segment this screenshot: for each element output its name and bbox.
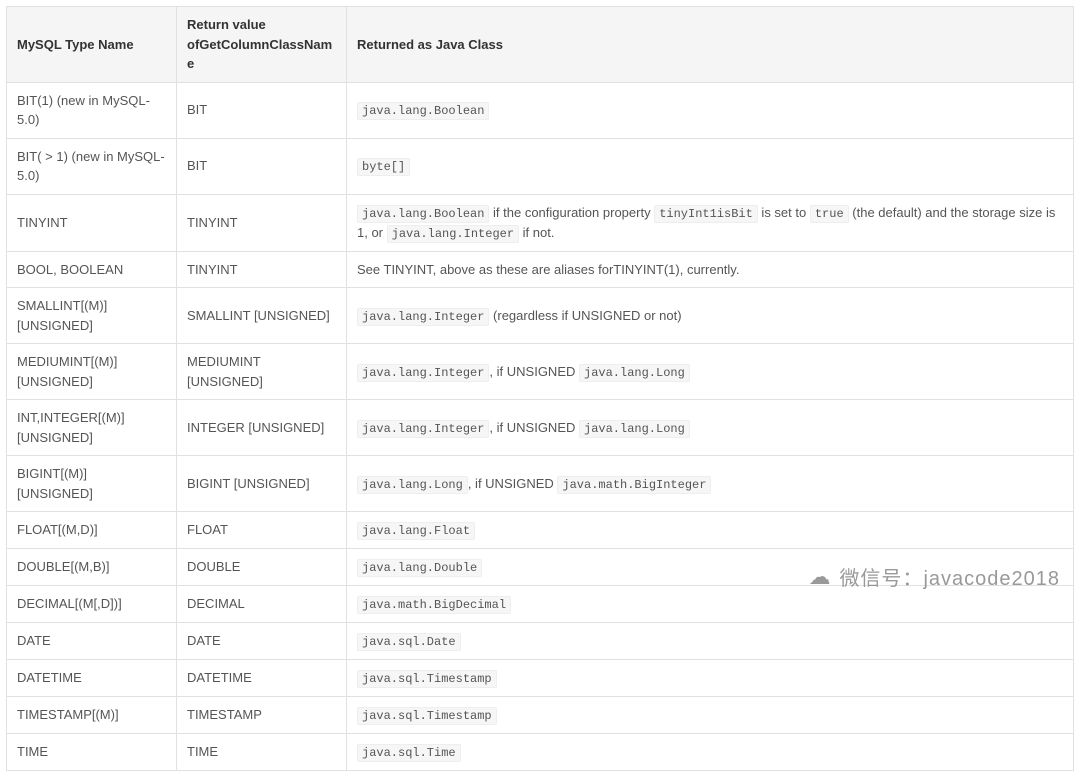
cell-return-value: SMALLINT [UNSIGNED] bbox=[177, 288, 347, 344]
code-literal: java.sql.Timestamp bbox=[357, 707, 497, 725]
cell-return-value: BIT bbox=[177, 82, 347, 138]
cell-return-value: FLOAT bbox=[177, 512, 347, 549]
cell-return-value: BIGINT [UNSIGNED] bbox=[177, 456, 347, 512]
cell-return-value: DATE bbox=[177, 623, 347, 660]
header-java-class: Returned as Java Class bbox=[347, 7, 1074, 83]
cell-java-class: java.sql.Timestamp bbox=[347, 660, 1074, 697]
table-row: FLOAT[(M,D)]FLOAT java.lang.Float bbox=[7, 512, 1074, 549]
code-literal: true bbox=[810, 205, 849, 223]
code-literal: java.sql.Timestamp bbox=[357, 670, 497, 688]
code-literal: java.lang.Float bbox=[357, 522, 475, 540]
cell-java-class: java.sql.Date bbox=[347, 623, 1074, 660]
table-row: TINYINTTINYINTjava.lang.Boolean if the c… bbox=[7, 194, 1074, 251]
cell-java-class: java.lang.Integer (regardless if UNSIGNE… bbox=[347, 288, 1074, 344]
cell-java-class: java.lang.Long, if UNSIGNED java.math.Bi… bbox=[347, 456, 1074, 512]
cell-java-class: java.lang.Double bbox=[347, 549, 1074, 586]
type-mapping-table: MySQL Type Name Return value ofGetColumn… bbox=[6, 6, 1074, 771]
cell-mysql-type: BIT(1) (new in MySQL-5.0) bbox=[7, 82, 177, 138]
cell-return-value: DATETIME bbox=[177, 660, 347, 697]
cell-mysql-type: DATETIME bbox=[7, 660, 177, 697]
table-row: BIT( > 1) (new in MySQL-5.0)BIT byte[] bbox=[7, 138, 1074, 194]
code-literal: java.lang.Integer bbox=[357, 364, 489, 382]
table-row: DOUBLE[(M,B)]DOUBLE java.lang.Double bbox=[7, 549, 1074, 586]
code-literal: java.math.BigDecimal bbox=[357, 596, 511, 614]
table-row: DATETIMEDATETIME java.sql.Timestamp bbox=[7, 660, 1074, 697]
cell-mysql-type: BOOL, BOOLEAN bbox=[7, 251, 177, 288]
cell-mysql-type: MEDIUMINT[(M)] [UNSIGNED] bbox=[7, 344, 177, 400]
table-body: BIT(1) (new in MySQL-5.0)BITjava.lang.Bo… bbox=[7, 82, 1074, 771]
table-row: MEDIUMINT[(M)] [UNSIGNED]MEDIUMINT [UNSI… bbox=[7, 344, 1074, 400]
cell-java-class: java.math.BigDecimal bbox=[347, 586, 1074, 623]
cell-mysql-type: BIT( > 1) (new in MySQL-5.0) bbox=[7, 138, 177, 194]
cell-return-value: MEDIUMINT [UNSIGNED] bbox=[177, 344, 347, 400]
code-literal: java.sql.Time bbox=[357, 744, 461, 762]
code-literal: java.lang.Integer bbox=[357, 420, 489, 438]
cell-java-class: See TINYINT, above as these are aliases … bbox=[347, 251, 1074, 288]
cell-return-value: DOUBLE bbox=[177, 549, 347, 586]
code-literal: java.lang.Boolean bbox=[357, 205, 489, 223]
cell-java-class: java.lang.Float bbox=[347, 512, 1074, 549]
table-header-row: MySQL Type Name Return value ofGetColumn… bbox=[7, 7, 1074, 83]
cell-mysql-type: TINYINT bbox=[7, 194, 177, 251]
cell-return-value: DECIMAL bbox=[177, 586, 347, 623]
cell-java-class: java.lang.Integer, if UNSIGNED java.lang… bbox=[347, 344, 1074, 400]
cell-return-value: TIME bbox=[177, 734, 347, 771]
cell-java-class: byte[] bbox=[347, 138, 1074, 194]
cell-java-class: java.sql.Timestamp bbox=[347, 697, 1074, 734]
table-row: BIGINT[(M)] [UNSIGNED]BIGINT [UNSIGNED]j… bbox=[7, 456, 1074, 512]
code-literal: java.lang.Integer bbox=[357, 308, 489, 326]
cell-mysql-type: SMALLINT[(M)] [UNSIGNED] bbox=[7, 288, 177, 344]
code-literal: java.lang.Integer bbox=[387, 225, 519, 243]
code-literal: byte[] bbox=[357, 158, 410, 176]
cell-java-class: java.lang.Integer, if UNSIGNED java.lang… bbox=[347, 400, 1074, 456]
code-literal: java.lang.Long bbox=[579, 420, 690, 438]
cell-return-value: TINYINT bbox=[177, 251, 347, 288]
cell-mysql-type: INT,INTEGER[(M)] [UNSIGNED] bbox=[7, 400, 177, 456]
header-mysql-type: MySQL Type Name bbox=[7, 7, 177, 83]
cell-mysql-type: FLOAT[(M,D)] bbox=[7, 512, 177, 549]
cell-return-value: TIMESTAMP bbox=[177, 697, 347, 734]
table-row: SMALLINT[(M)] [UNSIGNED]SMALLINT [UNSIGN… bbox=[7, 288, 1074, 344]
cell-java-class: java.sql.Time bbox=[347, 734, 1074, 771]
code-literal: java.lang.Boolean bbox=[357, 102, 489, 120]
table-row: INT,INTEGER[(M)] [UNSIGNED]INTEGER [UNSI… bbox=[7, 400, 1074, 456]
table-row: TIMETIME java.sql.Time bbox=[7, 734, 1074, 771]
table-row: BOOL, BOOLEANTINYINTSee TINYINT, above a… bbox=[7, 251, 1074, 288]
cell-java-class: java.lang.Boolean if the configuration p… bbox=[347, 194, 1074, 251]
code-literal: java.lang.Double bbox=[357, 559, 482, 577]
table-row: TIMESTAMP[(M)]TIMESTAMP java.sql.Timestam… bbox=[7, 697, 1074, 734]
cell-return-value: TINYINT bbox=[177, 194, 347, 251]
header-return-value: Return value ofGetColumnClassName bbox=[177, 7, 347, 83]
code-literal: java.math.BigInteger bbox=[557, 476, 711, 494]
cell-mysql-type: DOUBLE[(M,B)] bbox=[7, 549, 177, 586]
cell-mysql-type: TIME bbox=[7, 734, 177, 771]
code-literal: java.sql.Date bbox=[357, 633, 461, 651]
cell-java-class: java.lang.Boolean bbox=[347, 82, 1074, 138]
table-row: BIT(1) (new in MySQL-5.0)BIT java.lang.Bo… bbox=[7, 82, 1074, 138]
table-row: DECIMAL[(M[,D])]DECIMAL java.math.BigDeci… bbox=[7, 586, 1074, 623]
cell-return-value: BIT bbox=[177, 138, 347, 194]
cell-mysql-type: DECIMAL[(M[,D])] bbox=[7, 586, 177, 623]
cell-return-value: INTEGER [UNSIGNED] bbox=[177, 400, 347, 456]
code-literal: java.lang.Long bbox=[579, 364, 690, 382]
code-literal: tinyInt1isBit bbox=[654, 205, 758, 223]
cell-mysql-type: DATE bbox=[7, 623, 177, 660]
cell-mysql-type: BIGINT[(M)] [UNSIGNED] bbox=[7, 456, 177, 512]
table-row: DATEDATE java.sql.Date bbox=[7, 623, 1074, 660]
code-literal: java.lang.Long bbox=[357, 476, 468, 494]
cell-mysql-type: TIMESTAMP[(M)] bbox=[7, 697, 177, 734]
